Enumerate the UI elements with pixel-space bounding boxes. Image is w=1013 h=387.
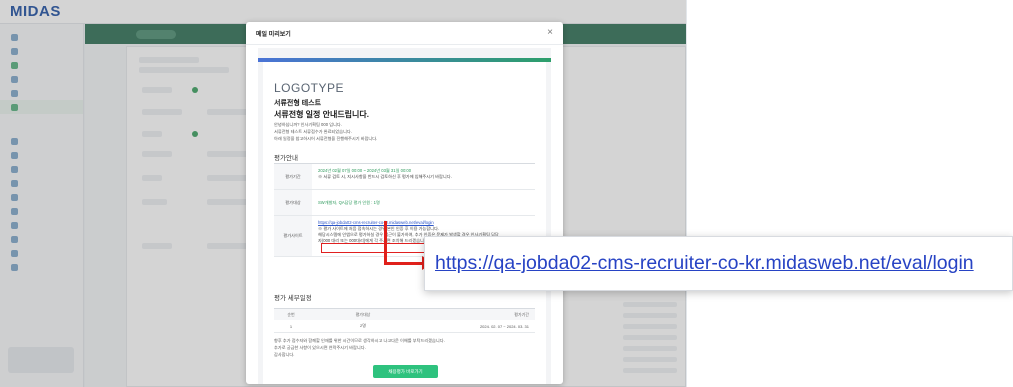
modal-header: 메일 미리보기 — [246, 22, 563, 45]
footer-line: 향후 추가 접수자와 함께할 인재를 위한 시간이므로 생각하시고 나고다운 이… — [274, 338, 445, 343]
callout-arrow-line — [384, 262, 425, 265]
close-icon[interactable]: × — [547, 27, 553, 38]
table-header: 순번 평가대상 평가기간 — [274, 308, 535, 320]
screenshot: MIDAS 메일 미리보기 × LOGOTYPE 서류전형 테스트 서류전형 일… — [0, 0, 687, 387]
column-header: 평가기간 — [514, 311, 529, 317]
intro-line: 안녕하십니까? 인사기획팀 000 입니다. — [274, 122, 342, 127]
row-label: 평가기간 — [274, 164, 312, 189]
table-row: 평가대상 SW개발자, QA담당 평가 인원 : 1명 — [274, 190, 535, 216]
mail-body: LOGOTYPE 서류전형 테스트 서류전형 일정 안내드립니다. 안녕하십니까… — [263, 62, 546, 384]
zoomed-url-callout: https://qa-jobda02-cms-recruiter-co-kr.m… — [424, 236, 1013, 291]
column-header: 순번 — [287, 311, 295, 317]
row-value: 2024년 02월 07일 00:00 ~ 2024년 03월 31일 00:0… — [312, 164, 535, 189]
zoomed-eval-link[interactable]: https://qa-jobda02-cms-recruiter-co-kr.m… — [435, 252, 974, 275]
row-label: 평가사이트 — [274, 216, 312, 256]
mail-preview-frame: LOGOTYPE 서류전형 테스트 서류전형 일정 안내드립니다. 안녕하십니까… — [258, 48, 551, 384]
modal-title: 메일 미리보기 — [256, 31, 291, 38]
row-value: SW개발자, QA담당 평가 인원 : 1명 — [312, 190, 535, 215]
callout-arrow-line — [384, 221, 387, 265]
intro-line: 아래 일정을 참고하시어 서류전형을 진행해주시기 바랍니다. — [274, 136, 378, 141]
table-cell: 1 — [289, 323, 293, 329]
eval-target: SW개발자, QA담당 평가 인원 : 1명 — [318, 199, 380, 205]
detail-schedule-table: 순번 평가대상 평가기간 1 2명 2024. 02. 07 ~ 2024. 0… — [274, 308, 535, 333]
footer-line: 추가로 궁금한 사항이 있으시면 연락주시기 바랍니다. — [274, 345, 366, 350]
footer-line: 감사합니다. — [274, 352, 295, 357]
column-header: 평가대상 — [355, 311, 371, 317]
section-title-detail: 평가 세부일정 — [274, 295, 312, 302]
mail-preview-modal: 메일 미리보기 × LOGOTYPE 서류전형 테스트 서류전형 일정 안내드립… — [246, 22, 563, 384]
table-cell: 2024. 02. 07 ~ 2024. 03. 31 — [479, 323, 529, 329]
table-cell: 2명 — [360, 323, 366, 328]
mail-logo: LOGOTYPE — [274, 81, 345, 95]
intro-line: 서류전형 테스트 서류접수가 완료되었습니다. — [274, 129, 352, 134]
mail-subtitle: 서류전형 일정 안내드립니다. — [274, 110, 369, 119]
mail-title: 서류전형 테스트 — [274, 100, 322, 107]
eval-shortcut-button[interactable]: 채용평가 바로가기 — [373, 365, 438, 378]
row-label: 평가대상 — [274, 190, 312, 215]
section-title-eval: 평가안내 — [274, 155, 298, 162]
eval-period-note: ※ 서류 검토 시, 지시사항을 반드시 검토하신 후 평가에 임해주시기 바랍… — [318, 174, 452, 179]
table-row: 평가기간 2024년 02월 07일 00:00 ~ 2024년 03월 31일… — [274, 164, 535, 190]
table-row: 1 2명 2024. 02. 07 ~ 2024. 03. 31 — [274, 320, 535, 333]
